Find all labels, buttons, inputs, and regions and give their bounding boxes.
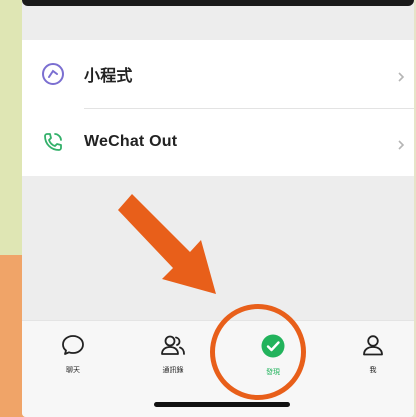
annotation-arrow-icon	[118, 194, 216, 294]
annotation-highlight-circle	[210, 304, 306, 400]
